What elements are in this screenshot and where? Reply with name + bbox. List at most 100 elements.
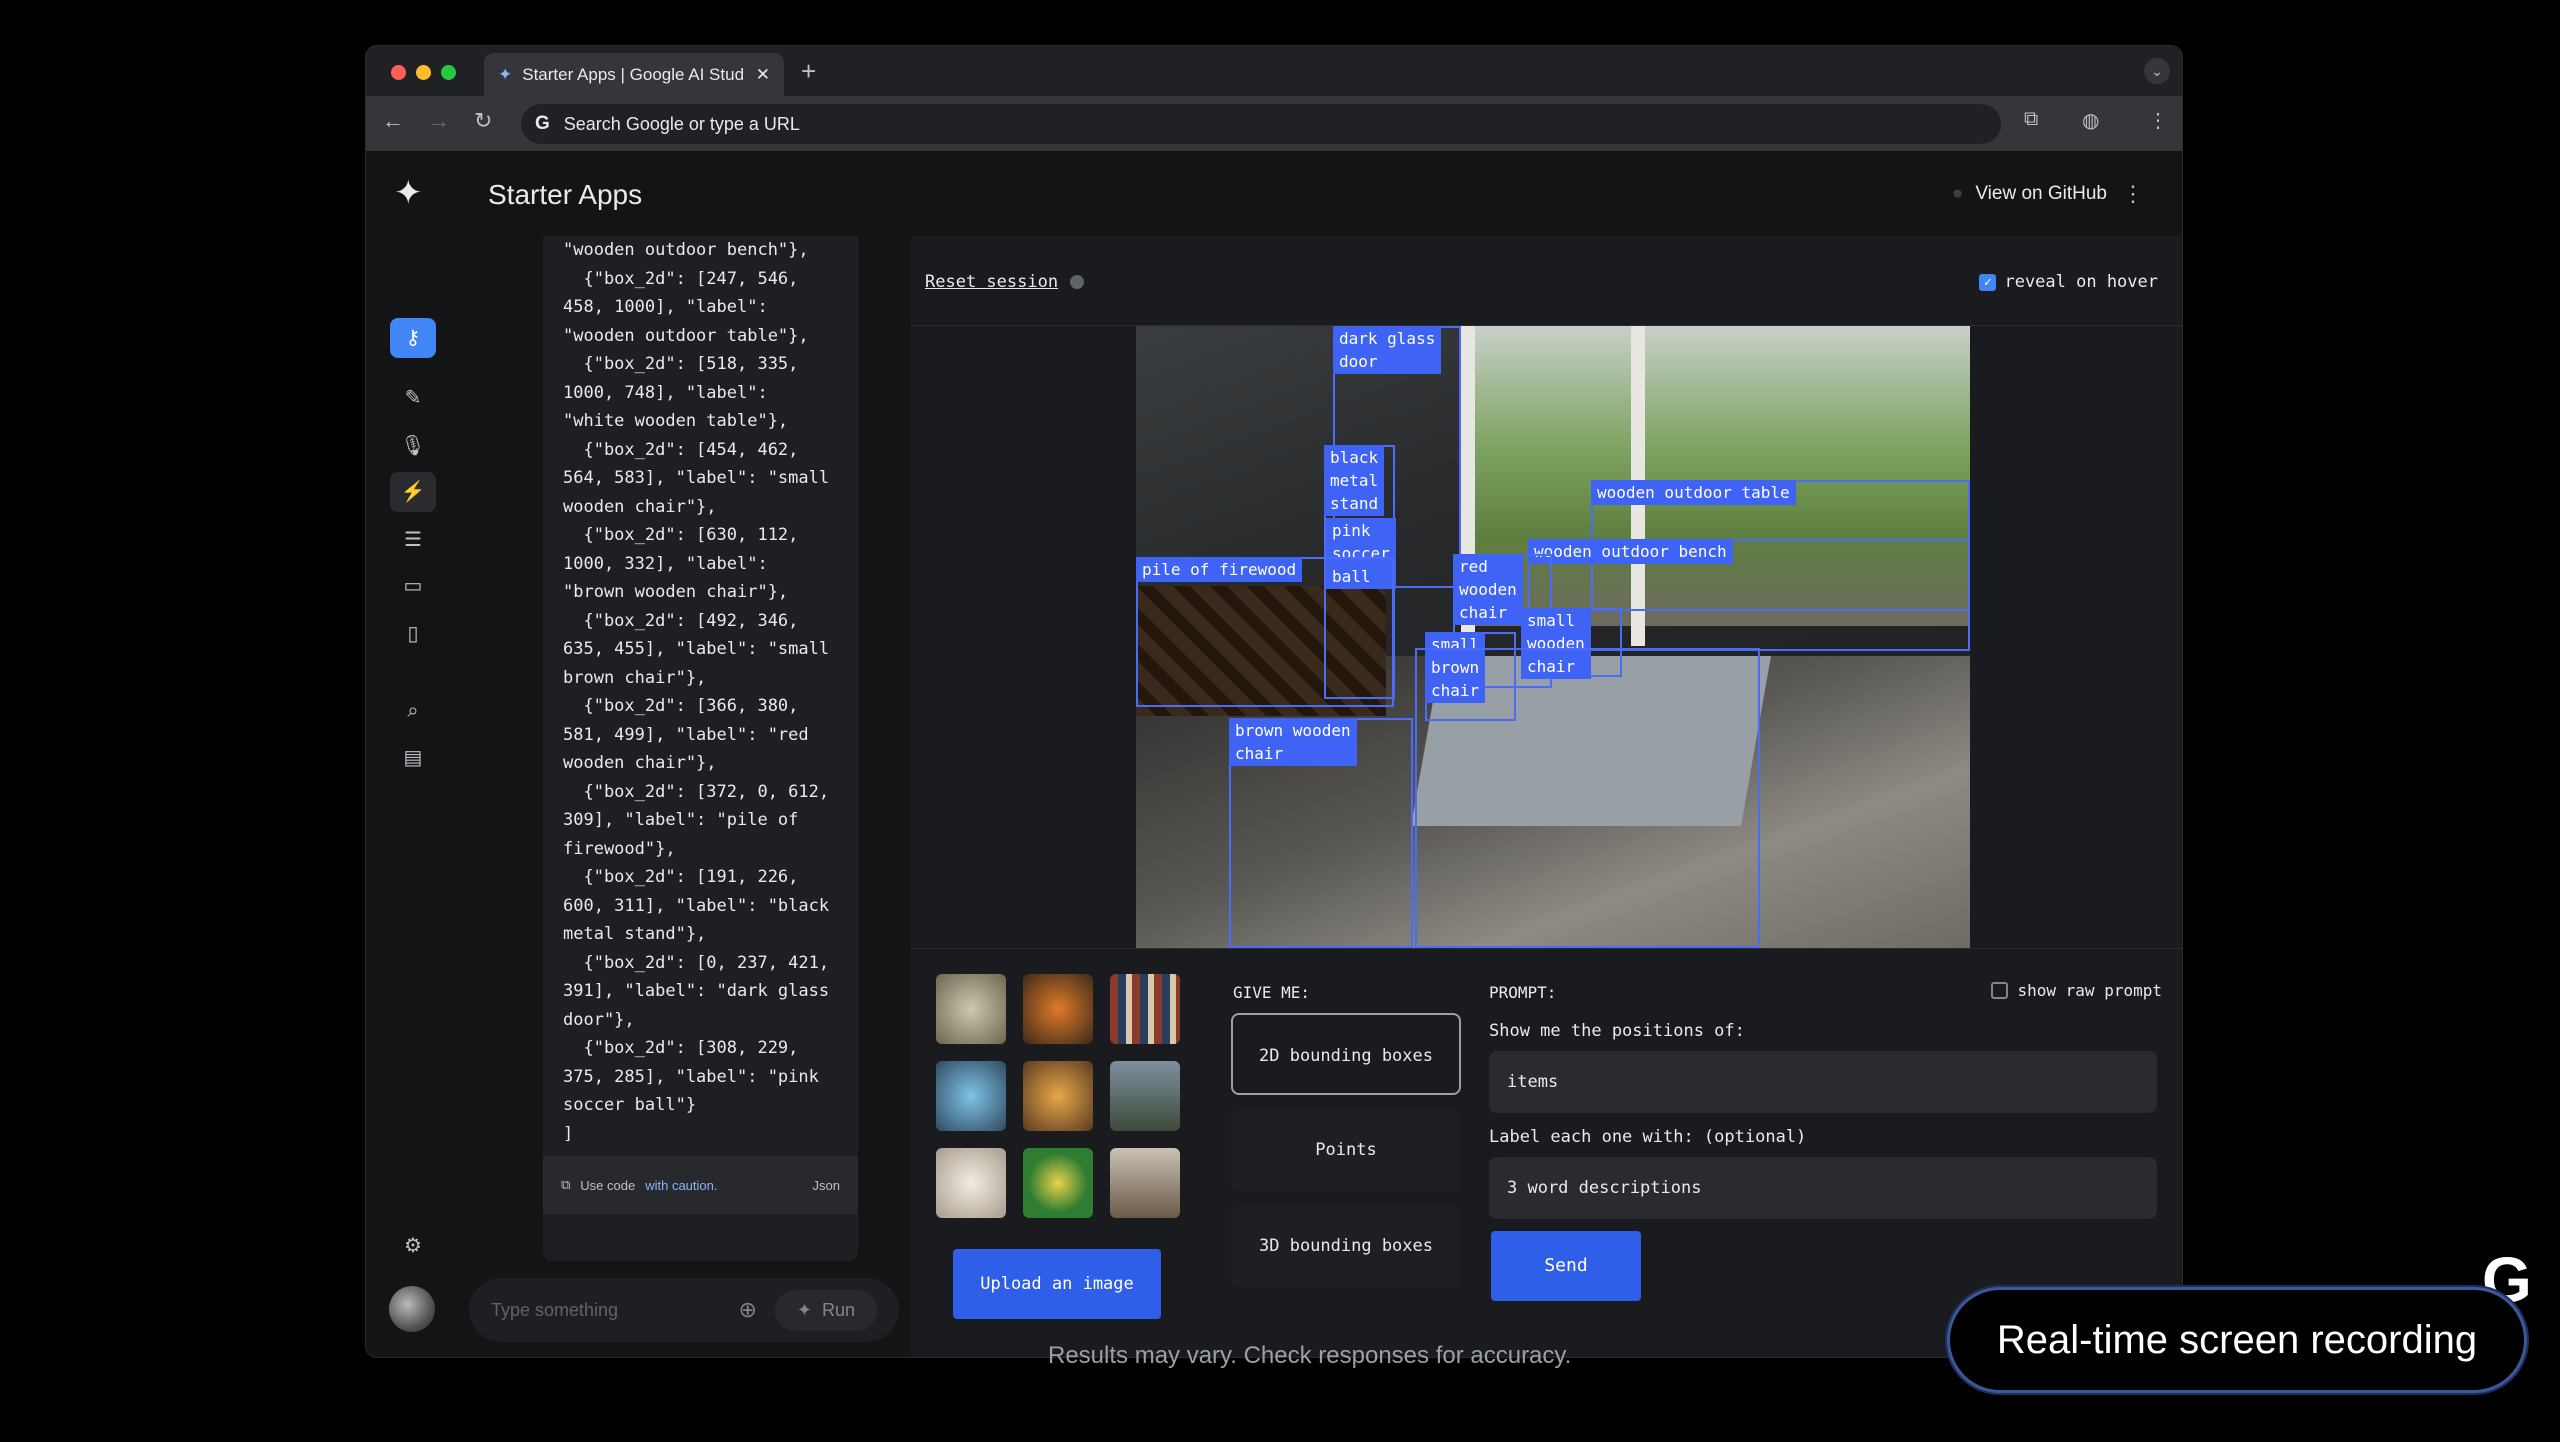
- maximize-window-button[interactable]: [441, 65, 456, 80]
- github-link-label: View on GitHub: [1975, 183, 2107, 204]
- option-3d-bounding-boxes[interactable]: 3D bounding boxes: [1231, 1205, 1461, 1287]
- prompt-input[interactable]: Type something: [491, 1300, 618, 1321]
- github-icon: ●: [1951, 183, 1964, 204]
- recording-badge: Real-time screen recording: [1947, 1287, 2527, 1393]
- example-thumbnail[interactable]: [1023, 1061, 1093, 1131]
- forward-icon[interactable]: →: [428, 108, 450, 134]
- positions-label: Show me the positions of:: [1489, 1021, 1745, 1041]
- copy-icon[interactable]: ⧉: [561, 1177, 570, 1193]
- prompt-label: PROMPT:: [1489, 983, 1557, 1002]
- lightning-icon[interactable]: ⚡: [390, 472, 436, 512]
- active-tab[interactable]: ✦ Starter Apps | Google AI Stud ✕: [484, 53, 784, 96]
- app-header: ✦ Starter Apps ● View on GitHub ⋮: [366, 151, 2182, 236]
- add-icon[interactable]: ⊕: [738, 1297, 756, 1323]
- more-options-icon[interactable]: ⋮: [2122, 181, 2144, 207]
- reveal-checkbox-icon[interactable]: ✓: [1979, 273, 1997, 291]
- key-icon[interactable]: ⚷: [390, 318, 436, 358]
- address-bar[interactable]: G Search Google or type a URL: [521, 104, 2001, 144]
- example-thumbnail[interactable]: [936, 1061, 1006, 1131]
- label-with-input[interactable]: 3 word descriptions: [1489, 1157, 2157, 1219]
- send-button[interactable]: Send: [1491, 1231, 1641, 1301]
- tab-title: Starter Apps | Google AI Stud: [522, 64, 745, 84]
- profile-icon[interactable]: ◍: [2082, 108, 2099, 133]
- tune-icon[interactable]: ☰: [390, 520, 436, 560]
- bbox-pink-soccer-ball[interactable]: pink soccer ball: [1326, 518, 1396, 589]
- option-points[interactable]: Points: [1231, 1109, 1461, 1191]
- extensions-icon[interactable]: ⧉: [2024, 108, 2038, 131]
- sparkle-icon: ✦: [796, 1299, 812, 1320]
- positions-input[interactable]: items: [1489, 1051, 2157, 1113]
- reload-icon[interactable]: ↻: [474, 108, 492, 134]
- example-thumbnail[interactable]: [1110, 1061, 1180, 1131]
- bbox-label: brown wooden chair: [1229, 718, 1357, 766]
- tab-search-icon[interactable]: ⌄: [2144, 58, 2170, 84]
- google-icon: G: [535, 113, 550, 134]
- minimize-window-button[interactable]: [416, 65, 431, 80]
- bbox-label: black metal stand: [1324, 445, 1385, 516]
- show-raw-prompt-label: show raw prompt: [2017, 981, 2163, 1000]
- chat-prompt-icon[interactable]: ✎: [390, 378, 436, 418]
- sidebar: ⚷ ✎ 🎙 ⚡ ☰ ▭ ▯ ⌕ ▤ ⚙ ›: [366, 236, 456, 1357]
- bbox-label: pile of firewood: [1136, 557, 1303, 582]
- upload-image-button[interactable]: Upload an image: [953, 1249, 1161, 1319]
- code-column: "wooden outdoor bench"}, {"box_2d": [247…: [461, 236, 911, 1357]
- address-placeholder: Search Google or type a URL: [563, 113, 800, 134]
- example-thumbnail[interactable]: [1110, 974, 1180, 1044]
- browser-toolbar: ← → ↻ G Search Google or type a URL ⧉ ◍ …: [366, 96, 2182, 151]
- github-link[interactable]: ● View on GitHub: [1952, 183, 2107, 205]
- bbox-label: dark glass door: [1333, 326, 1442, 374]
- settings-icon[interactable]: ⚙: [390, 1226, 436, 1266]
- app-title: Starter Apps: [488, 179, 643, 210]
- new-tab-icon[interactable]: +: [801, 56, 816, 87]
- option-2d-bounding-boxes[interactable]: 2D bounding boxes: [1231, 1013, 1461, 1095]
- bbox-pile-of-firewood[interactable]: pile of firewood: [1136, 557, 1394, 707]
- raw-prompt-checkbox-icon[interactable]: [1990, 982, 2008, 999]
- example-images: [936, 974, 1180, 1218]
- window-controls: [391, 65, 456, 80]
- avatar[interactable]: [389, 1286, 435, 1332]
- show-raw-prompt-toggle[interactable]: show raw prompt: [1990, 981, 2163, 1000]
- code-footer: ⧉ Use code with caution. Json: [543, 1156, 858, 1214]
- bbox-label: red wooden chair: [1453, 554, 1523, 625]
- browser-window: ✦ Starter Apps | Google AI Stud ✕ + ⌄ ← …: [365, 45, 2183, 1358]
- reveal-on-hover-toggle[interactable]: ✓ reveal on hover: [1979, 272, 2158, 292]
- example-thumbnail[interactable]: [936, 1148, 1006, 1218]
- code-panel: "wooden outdoor bench"}, {"box_2d": [247…: [543, 236, 858, 1261]
- bbox-label: wooden outdoor bench: [1528, 539, 1733, 564]
- caution-link[interactable]: with caution.: [645, 1178, 717, 1193]
- expand-chevron-icon[interactable]: ›: [390, 1351, 436, 1357]
- butterfly-logo-icon[interactable]: ✦: [394, 173, 423, 213]
- book-icon[interactable]: ▯: [390, 614, 436, 654]
- reset-session-label: Reset session: [925, 272, 1059, 292]
- browser-menu-icon[interactable]: ⋮: [2148, 108, 2168, 133]
- main-panel: Reset session ✓ reveal on hover dark gla…: [911, 236, 2182, 1357]
- close-window-button[interactable]: [391, 65, 406, 80]
- reset-session-button[interactable]: Reset session: [925, 272, 1085, 292]
- run-label: Run: [821, 1299, 855, 1320]
- bbox-brown-wooden-chair[interactable]: brown wooden chair: [1229, 718, 1413, 948]
- bbox-white-wooden-table[interactable]: [1415, 648, 1760, 948]
- close-tab-icon[interactable]: ✕: [756, 65, 770, 85]
- reveal-label: reveal on hover: [2004, 272, 2158, 292]
- archive-icon[interactable]: ▭: [390, 566, 436, 606]
- feedback-icon[interactable]: ▤: [390, 738, 436, 778]
- session-bar: Reset session ✓ reveal on hover: [911, 236, 2182, 326]
- tab-bar: ✦ Starter Apps | Google AI Stud ✕ + ⌄: [366, 46, 2182, 96]
- example-thumbnail[interactable]: [936, 974, 1006, 1044]
- back-icon[interactable]: ←: [382, 108, 404, 134]
- run-button[interactable]: ✦ Run: [774, 1289, 877, 1331]
- doc-search-icon[interactable]: ⌕: [390, 691, 436, 731]
- json-output: "wooden outdoor bench"}, {"box_2d": [247…: [563, 240, 830, 1141]
- microphone-icon[interactable]: 🎙: [390, 426, 436, 466]
- example-thumbnail[interactable]: [1023, 974, 1093, 1044]
- prompt-input-bar[interactable]: Type something ⊕ ✦ Run: [469, 1278, 899, 1342]
- bbox-label: wooden outdoor table: [1591, 480, 1796, 505]
- example-thumbnail[interactable]: [1023, 1148, 1093, 1218]
- annotated-image[interactable]: dark glass door black metal stand pink s…: [1136, 326, 1970, 948]
- disclaimer-text: Results may vary. Check responses for ac…: [1048, 1342, 1572, 1369]
- example-thumbnail[interactable]: [1110, 1148, 1180, 1218]
- label-with-label: Label each one with: (optional): [1489, 1127, 1807, 1147]
- butterfly-favicon-icon: ✦: [498, 64, 513, 84]
- code-language: Json: [812, 1177, 840, 1193]
- give-me-label: GIVE ME:: [1233, 983, 1311, 1002]
